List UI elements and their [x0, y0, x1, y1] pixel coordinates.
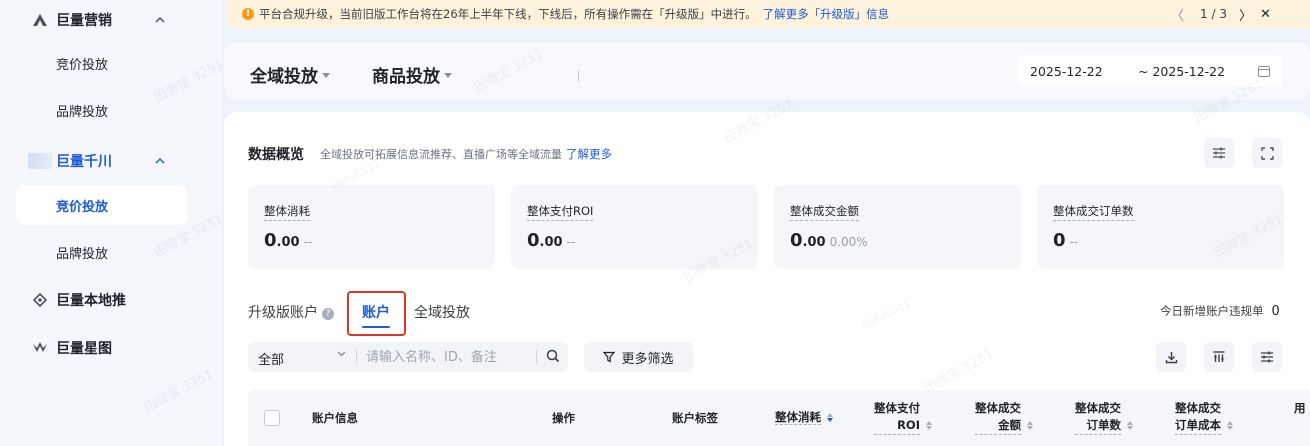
goods-type-dropdown[interactable]: 商品投放 [372, 62, 452, 87]
pager-count: 1 / 3 [1200, 7, 1227, 21]
overview-title: 数据概览 [248, 147, 304, 163]
sidebar-item-qianchuan-brand[interactable]: 品牌投放 [16, 232, 187, 272]
download-button[interactable] [1156, 342, 1186, 372]
metric-label: 整体支付ROI [527, 203, 594, 221]
column-truncated: 用 支 [1294, 401, 1310, 415]
fullscreen-button[interactable] [1252, 138, 1282, 168]
notice-message: 平台合规升级，当前旧版工作台将在26年上半年下线，下线后，所有操作需在「升级版」… [259, 7, 890, 21]
chevron-up-icon[interactable] [154, 155, 166, 167]
metric-value: 0.00 -- [264, 230, 313, 251]
sidebar-group-juliang-marketing[interactable]: 巨量营销 [0, 0, 222, 40]
today-violation-summary[interactable]: 今日新增账户违规单 0 [1160, 303, 1280, 319]
caret-down-icon [322, 73, 330, 78]
column-gmv[interactable]: 整体成交 金额 [975, 400, 1033, 435]
notice-pager: 〈 1 / 3 〉 ✕ [1171, 5, 1271, 24]
help-icon[interactable]: ? [322, 308, 334, 320]
sliders-icon [1261, 351, 1273, 363]
sidebar-group-xingtu[interactable]: 巨量星图 [0, 328, 222, 368]
bendi-logo-icon [32, 292, 48, 308]
tab-omni-placement[interactable]: 全域投放 [414, 302, 470, 322]
learn-more-link[interactable]: 了解更多 [566, 147, 612, 161]
calendar-icon [1258, 65, 1270, 77]
columns-icon [1213, 351, 1225, 362]
metric-label: 整体成交金额 [790, 203, 859, 221]
chevron-up-icon[interactable] [154, 14, 166, 26]
date-range-picker[interactable]: 2025-12-22 ~ 2025-12-22 [1018, 55, 1282, 87]
scope-select[interactable]: 全部 [258, 349, 284, 368]
divider [536, 350, 537, 364]
search-icon[interactable] [545, 348, 561, 364]
sort-icon[interactable] [1227, 420, 1233, 431]
sidebar-group-label: 巨量本地推 [56, 293, 126, 309]
metric-card-orders[interactable]: 整体成交订单数 0 -- [1037, 185, 1284, 269]
download-icon [1165, 351, 1177, 363]
metric-value: 0.00 -- [527, 230, 576, 251]
main-panel: 数据概览 全域投放可拓展信息流推荐、直播广场等全域流量 了解更多 整体消耗 0.0… [224, 112, 1310, 446]
chevron-left-icon[interactable]: 〈 [1171, 5, 1184, 24]
select-all-checkbox[interactable] [264, 410, 280, 426]
column-actions: 操作 [552, 411, 575, 425]
column-pay-roi[interactable]: 整体支付 ROI [874, 400, 932, 435]
date-start: 2025-12-22 [1030, 63, 1103, 79]
page-subtitle: 商品投放 [372, 67, 440, 87]
column-settings-button[interactable] [1204, 342, 1234, 372]
metric-card-gmv[interactable]: 整体成交金额 0.00 0.00% [774, 185, 1021, 269]
metric-label: 整体消耗 [264, 203, 310, 221]
overview-subtitle: 全域投放可拓展信息流推荐、直播广场等全域流量 了解更多 [320, 147, 612, 161]
sliders-icon [1213, 147, 1225, 159]
metric-value: 0.00 0.00% [790, 230, 868, 251]
page-header: 全域投放 商品投放 2025-12-22 ~ 2025-12-22 [224, 42, 1310, 100]
more-filter-label: 更多筛选 [621, 351, 674, 367]
search-box: 全部 [248, 342, 568, 372]
sidebar-group-label: 巨量星图 [56, 341, 112, 357]
caret-down-icon [444, 73, 452, 78]
highlight-box [347, 291, 406, 336]
sort-icon[interactable] [827, 412, 833, 423]
sidebar-group-label: 巨量千川 [56, 154, 112, 170]
table-config-button[interactable] [1252, 342, 1282, 372]
tab-upgraded-account[interactable]: 升级版账户? [248, 302, 334, 322]
sort-icon[interactable] [1027, 420, 1033, 431]
chevron-right-icon[interactable]: 〉 [1239, 5, 1252, 24]
chevron-down-icon[interactable] [336, 348, 347, 362]
column-total-spend[interactable]: 整体消耗 [775, 409, 833, 425]
column-order-cost[interactable]: 整体成交 订单成本 [1175, 400, 1233, 435]
fullscreen-icon [1260, 146, 1274, 160]
divider [578, 70, 579, 82]
warning-icon: ! [242, 8, 254, 20]
metric-value: 0 -- [1053, 230, 1079, 251]
sidebar: 巨量营销 竞价投放 品牌投放 巨量千川 竞价投放 品牌投放 巨量本地推 巨量星图 [0, 0, 222, 446]
sidebar-item-bidding[interactable]: 竞价投放 [16, 43, 187, 83]
notice-bar: ! 平台合规升级，当前旧版工作台将在26年上半年下线，下线后，所有操作需在「升级… [226, 0, 1310, 28]
sidebar-group-bendi[interactable]: 巨量本地推 [0, 280, 222, 320]
column-account-info: 账户信息 [312, 411, 358, 425]
column-account-tags: 账户标签 [672, 411, 718, 425]
sidebar-group-qianchuan[interactable]: 巨量千川 [0, 141, 222, 181]
metric-card-roi[interactable]: 整体支付ROI 0.00 -- [511, 185, 758, 269]
product-type-dropdown[interactable]: 全域投放 [250, 62, 330, 87]
close-icon[interactable]: ✕ [1260, 7, 1271, 22]
sort-icon[interactable] [1127, 420, 1133, 431]
metric-label: 整体成交订单数 [1053, 203, 1134, 221]
date-end: ~ 2025-12-22 [1138, 63, 1226, 79]
qianchuan-logo-icon [28, 153, 52, 169]
metric-card-spend[interactable]: 整体消耗 0.00 -- [248, 185, 495, 269]
sidebar-group-label: 巨量营销 [56, 13, 112, 29]
triangle-logo-icon [32, 12, 48, 28]
sidebar-item-qianchuan-bidding[interactable]: 竞价投放 [16, 185, 187, 225]
search-input[interactable] [366, 348, 534, 366]
sort-icon[interactable] [926, 420, 932, 431]
sidebar-item-brand[interactable]: 品牌投放 [16, 90, 187, 130]
table-header: 账户信息 操作 账户标签 整体消耗 整体支付 ROI 整体成交 金额 整体成交 … [248, 390, 1310, 446]
xingtu-logo-icon [32, 340, 48, 356]
customize-metrics-button[interactable] [1204, 138, 1234, 168]
filter-icon [603, 351, 616, 363]
more-filter-button[interactable]: 更多筛选 [584, 342, 693, 372]
notice-link[interactable]: 了解更多「升级版」信息 [763, 7, 890, 21]
divider [356, 350, 357, 364]
column-order-count[interactable]: 整体成交 订单数 [1075, 400, 1133, 435]
page-title: 全域投放 [250, 67, 318, 87]
